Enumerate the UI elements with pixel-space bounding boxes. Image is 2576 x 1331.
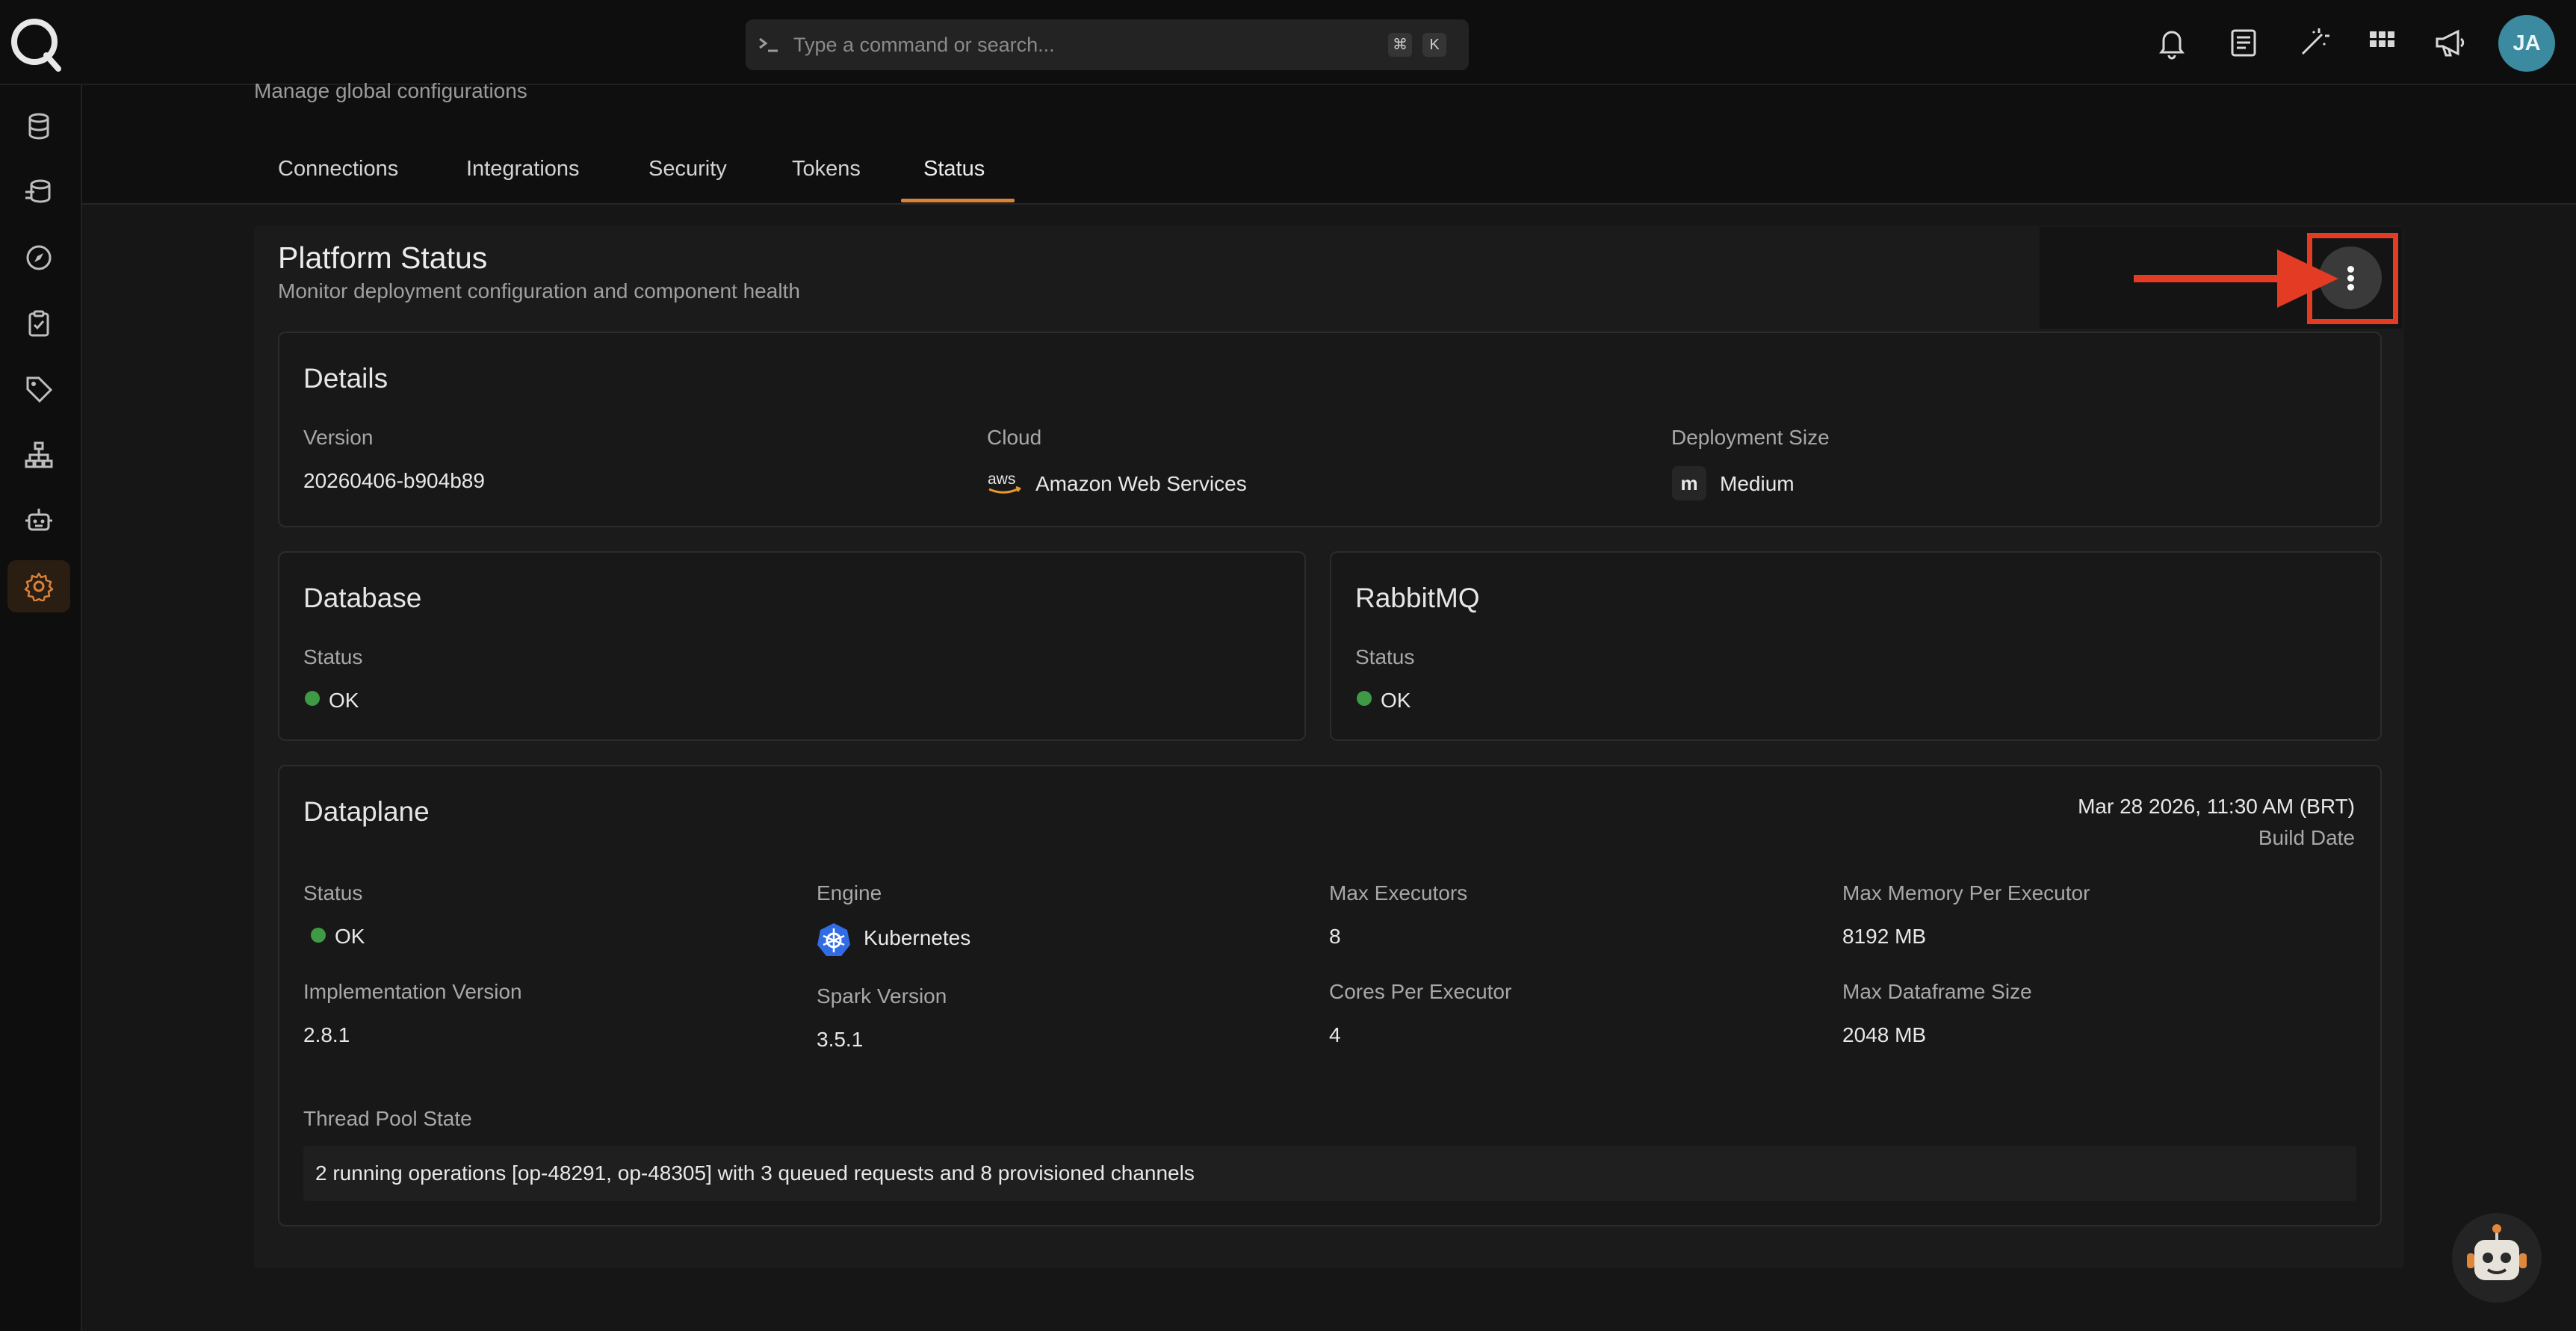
tag-icon — [26, 376, 53, 403]
max-executors-value: 8 — [1329, 925, 1341, 948]
dataplane-title: Dataplane — [303, 796, 430, 827]
sidebar-item-tasks[interactable] — [7, 297, 70, 350]
max-executors-label: Max Executors — [1329, 881, 1468, 905]
sidebar-item-database[interactable] — [7, 100, 70, 152]
terminal-prompt-icon — [759, 37, 778, 52]
megaphone-icon[interactable] — [2433, 25, 2467, 60]
thread-pool-state-box: 2 running operations [op-48291, op-48305… — [303, 1146, 2356, 1201]
annotation-arrow-icon — [2134, 275, 2283, 282]
cores-per-executor-label: Cores Per Executor — [1329, 980, 1512, 1003]
spark-version-label: Spark Version — [817, 984, 947, 1008]
search-input[interactable]: Type a command or search... — [793, 19, 1055, 70]
details-title: Details — [303, 363, 388, 394]
thread-pool-value: 2 running operations [op-48291, op-48305… — [315, 1161, 1195, 1185]
sidebar — [0, 85, 82, 1331]
database-status-value: OK — [329, 689, 359, 712]
clipboard-check-icon — [28, 310, 49, 337]
annotation-arrow-head — [2277, 249, 2338, 308]
compass-icon — [26, 245, 52, 270]
build-date-value: Mar 28 2026, 11:30 AM (BRT) — [2078, 795, 2355, 818]
rabbitmq-status-value: OK — [1381, 689, 1411, 712]
bell-icon[interactable] — [2155, 25, 2189, 60]
hierarchy-icon — [25, 441, 53, 468]
aws-logo-text: aws — [988, 471, 1015, 488]
sidebar-item-tags[interactable] — [7, 363, 70, 415]
rabbitmq-status-dot — [1357, 691, 1372, 706]
document-icon[interactable] — [2226, 25, 2261, 60]
database-icon — [28, 113, 49, 140]
engine-value: Kubernetes — [864, 926, 971, 949]
settings-header — [82, 85, 2576, 205]
assistant-bot-button[interactable] — [2452, 1213, 2542, 1303]
rabbitmq-panel — [1330, 551, 2382, 741]
shortcut-cmd-key: ⌘ — [1388, 33, 1412, 57]
tab-status[interactable]: Status — [923, 157, 985, 182]
sidebar-item-agents[interactable] — [7, 494, 70, 547]
version-label: Version — [303, 426, 374, 449]
sidebar-item-settings[interactable] — [7, 560, 70, 612]
grid-icon[interactable] — [2365, 25, 2400, 60]
version-value: 20260406-b904b89 — [303, 469, 485, 492]
tab-security[interactable]: Security — [648, 157, 727, 182]
spark-version-value: 3.5.1 — [817, 1028, 864, 1051]
dataplane-status-dot — [311, 928, 326, 943]
tab-connections[interactable]: Connections — [278, 157, 398, 182]
platform-status-subtitle: Monitor deployment configuration and com… — [278, 279, 800, 302]
max-dataframe-value: 2048 MB — [1842, 1023, 1927, 1046]
details-panel — [278, 332, 2382, 527]
sidebar-item-lineage[interactable] — [7, 429, 70, 481]
max-dataframe-label: Max Dataframe Size — [1842, 980, 2032, 1003]
kubernetes-icon — [817, 923, 850, 956]
database-status-dot — [305, 691, 320, 706]
database-panel — [278, 551, 1306, 741]
engine-label: Engine — [817, 881, 882, 905]
data-stack-icon — [25, 179, 51, 203]
top-bar: Type a command or search... ⌘ K JA — [0, 0, 2576, 85]
database-status-label: Status — [303, 645, 363, 668]
deployment-size-value: Medium — [1720, 472, 1795, 495]
aws-logo-icon: aws — [988, 471, 1021, 494]
deployment-size-badge: m — [1672, 466, 1706, 500]
robot-assistant-icon — [2467, 1224, 2527, 1280]
cloud-label: Cloud — [987, 426, 1042, 449]
build-date-label: Build Date — [2258, 826, 2355, 849]
max-memory-label: Max Memory Per Executor — [1842, 881, 2090, 905]
implementation-version-value: 2.8.1 — [303, 1023, 350, 1046]
robot-icon — [25, 509, 52, 531]
implementation-version-label: Implementation Version — [303, 980, 522, 1003]
active-tab-indicator — [901, 199, 1015, 202]
sidebar-item-explore[interactable] — [7, 232, 70, 284]
cloud-value: Amazon Web Services — [1035, 472, 1247, 495]
database-title: Database — [303, 583, 422, 613]
dataplane-status-value: OK — [335, 925, 365, 948]
sidebar-item-data-stack[interactable] — [7, 166, 70, 218]
deployment-size-label: Deployment Size — [1671, 426, 1830, 449]
cores-per-executor-value: 4 — [1329, 1023, 1341, 1046]
platform-status-title: Platform Status — [278, 241, 488, 275]
rabbitmq-status-label: Status — [1355, 645, 1415, 668]
tab-tokens[interactable]: Tokens — [792, 157, 861, 182]
app-logo[interactable] — [7, 15, 64, 72]
tab-integrations[interactable]: Integrations — [466, 157, 580, 182]
user-avatar[interactable]: JA — [2498, 15, 2555, 72]
rabbitmq-title: RabbitMQ — [1355, 583, 1480, 613]
dataplane-status-label: Status — [303, 881, 363, 905]
gear-icon — [24, 572, 54, 601]
max-memory-value: 8192 MB — [1842, 925, 1927, 948]
shortcut-k-key: K — [1422, 33, 1446, 57]
page-subtitle: Manage global configurations — [254, 79, 527, 102]
command-search[interactable]: Type a command or search... ⌘ K — [746, 19, 1469, 70]
magic-wand-icon[interactable] — [2297, 25, 2331, 60]
thread-pool-label: Thread Pool State — [303, 1107, 472, 1130]
